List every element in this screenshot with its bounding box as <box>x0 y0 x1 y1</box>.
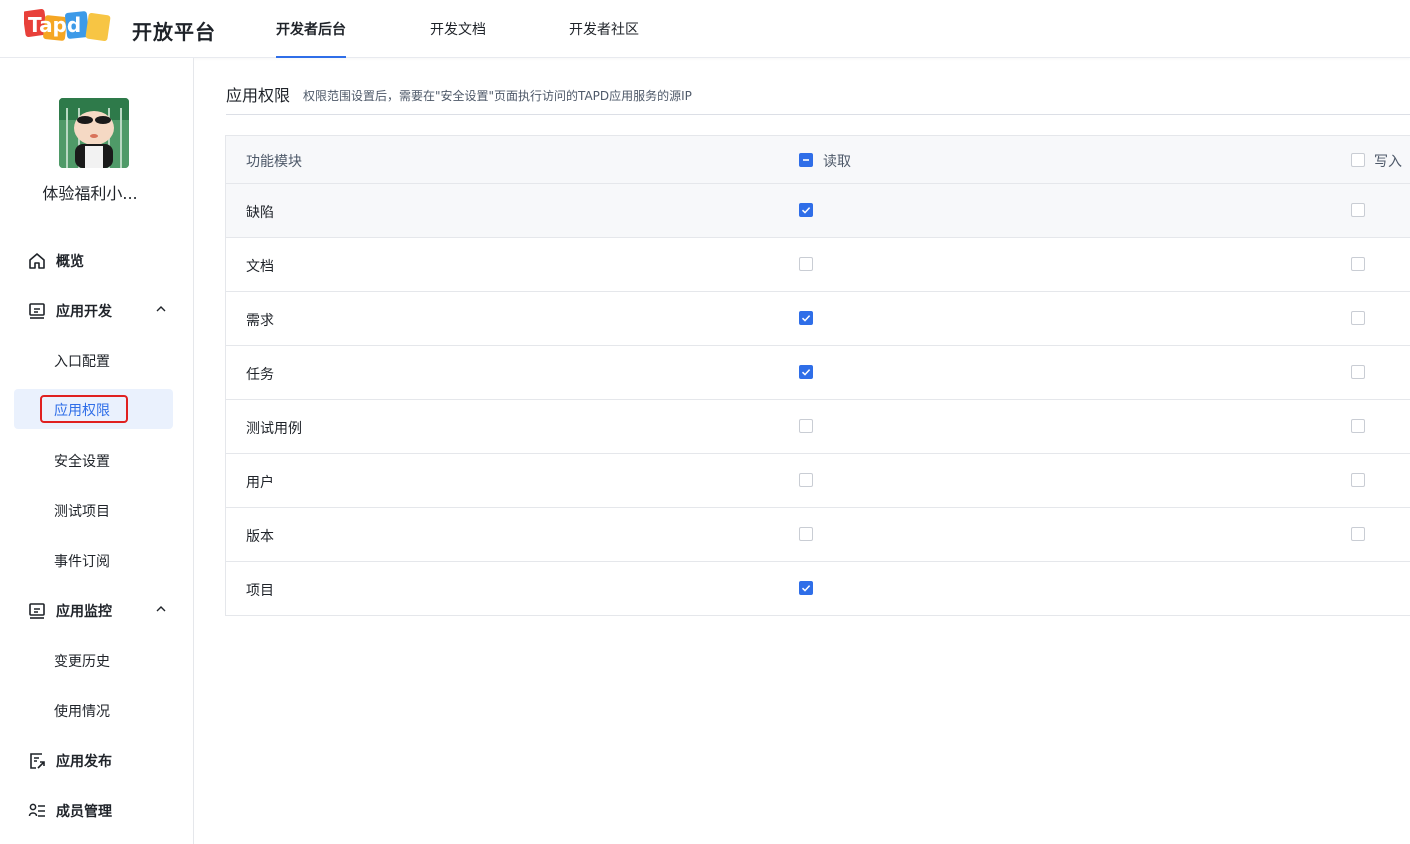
table-header-row: 功能模块 读取 写入 <box>226 136 1410 184</box>
sidebar-item-usage[interactable]: 使用情况 <box>14 690 173 730</box>
home-icon <box>29 253 45 269</box>
write-checkbox[interactable] <box>1351 473 1365 487</box>
tab-developer-community[interactable]: 开发者社区 <box>569 19 639 39</box>
tab-label: 开发者社区 <box>569 22 639 38</box>
sidebar-item-member-management[interactable]: 成员管理 <box>14 790 173 830</box>
divider <box>226 114 1410 115</box>
write-checkbox[interactable] <box>1351 257 1365 271</box>
publish-icon <box>30 753 45 769</box>
sidebar-item-event-subscription[interactable]: 事件订阅 <box>14 540 173 580</box>
table-row: 项目 <box>226 562 1410 616</box>
sidebar-item-label: 使用情况 <box>54 704 110 720</box>
logo-text: Tapd <box>28 13 81 37</box>
select-all-write-checkbox[interactable] <box>1351 153 1365 167</box>
sidebar-item-entry-config[interactable]: 入口配置 <box>14 340 173 380</box>
read-checkbox[interactable] <box>799 581 813 595</box>
tab-label: 开发文档 <box>430 22 486 38</box>
sidebar-item-label: 事件订阅 <box>54 554 110 570</box>
top-header: Tapd 开放平台 开发者后台 开发文档 开发者社区 <box>0 0 1410 58</box>
table-row: 测试用例 <box>226 400 1410 454</box>
write-checkbox[interactable] <box>1351 419 1365 433</box>
sidebar-item-label: 入口配置 <box>54 354 110 370</box>
tapd-logo[interactable]: Tapd <box>22 8 112 46</box>
sidebar-item-app-monitoring[interactable]: 应用监控 <box>14 590 173 630</box>
table-row: 文档 <box>226 238 1410 292</box>
read-checkbox[interactable] <box>799 365 813 379</box>
sidebar-item-app-publish[interactable]: 应用发布 <box>14 740 173 780</box>
table-row: 任务 <box>226 346 1410 400</box>
sidebar-item-change-history[interactable]: 变更历史 <box>14 640 173 680</box>
table-row: 用户 <box>226 454 1410 508</box>
sidebar-item-label: 应用开发 <box>56 304 112 320</box>
sidebar-item-label: 应用发布 <box>56 754 112 770</box>
monitor-icon <box>29 303 45 319</box>
app-avatar <box>59 98 129 168</box>
tab-developer-docs[interactable]: 开发文档 <box>430 19 486 39</box>
chevron-up-icon[interactable] <box>155 603 167 615</box>
highlight-box <box>40 395 128 423</box>
module-name: 项目 <box>246 583 274 599</box>
members-icon <box>28 803 45 817</box>
sidebar-item-label: 概览 <box>56 254 84 270</box>
platform-title: 开放平台 <box>132 20 216 44</box>
read-checkbox[interactable] <box>799 473 813 487</box>
module-name: 版本 <box>246 529 274 545</box>
tab-developer-console[interactable]: 开发者后台 <box>276 19 346 58</box>
sidebar-item-app-development[interactable]: 应用开发 <box>14 290 173 330</box>
sidebar-item-app-permissions[interactable]: 应用权限 <box>14 389 173 429</box>
tab-label: 开发者后台 <box>276 22 346 38</box>
read-checkbox[interactable] <box>799 311 813 325</box>
module-name: 任务 <box>246 367 274 383</box>
sidebar-item-label: 成员管理 <box>56 804 112 820</box>
module-name: 文档 <box>246 259 274 275</box>
sidebar-item-overview[interactable]: 概览 <box>14 240 173 280</box>
write-checkbox[interactable] <box>1351 365 1365 379</box>
header-module: 功能模块 <box>246 154 302 170</box>
table-row: 缺陷 <box>226 184 1410 238</box>
active-tab-indicator <box>276 56 346 58</box>
sidebar-item-label: 应用监控 <box>56 604 112 620</box>
write-checkbox[interactable] <box>1351 203 1365 217</box>
sidebar-item-label: 变更历史 <box>54 654 110 670</box>
chevron-up-icon[interactable] <box>155 303 167 315</box>
read-checkbox[interactable] <box>799 527 813 541</box>
sidebar: 体验福利小... 概览 应用开发 入口配置 应用权限 安全设置 测试项目 事件订… <box>0 58 194 844</box>
read-checkbox[interactable] <box>799 257 813 271</box>
module-name: 缺陷 <box>246 205 274 221</box>
header-write: 写入 <box>1374 154 1402 170</box>
table-row: 版本 <box>226 508 1410 562</box>
table-row: 需求 <box>226 292 1410 346</box>
sidebar-item-test-projects[interactable]: 测试项目 <box>14 490 173 530</box>
permissions-table: 功能模块 读取 写入 缺陷文档需求任务测试用例用户版本项目 <box>225 135 1410 616</box>
write-checkbox[interactable] <box>1351 527 1365 541</box>
select-all-read-checkbox[interactable] <box>799 153 813 167</box>
read-checkbox[interactable] <box>799 203 813 217</box>
monitor-icon <box>29 603 45 619</box>
module-name: 测试用例 <box>246 421 302 437</box>
header-read: 读取 <box>823 154 851 170</box>
page-title: 应用权限 <box>226 86 291 105</box>
sidebar-item-label: 测试项目 <box>54 504 110 520</box>
write-checkbox[interactable] <box>1351 311 1365 325</box>
sidebar-item-label: 安全设置 <box>54 454 110 470</box>
module-name: 需求 <box>246 313 274 329</box>
page-hint: 权限范围设置后，需要在"安全设置"页面执行访问的TAPD应用服务的源IP <box>303 89 692 103</box>
sidebar-item-security-settings[interactable]: 安全设置 <box>14 440 173 480</box>
app-name: 体验福利小... <box>42 184 138 203</box>
read-checkbox[interactable] <box>799 419 813 433</box>
module-name: 用户 <box>246 475 274 491</box>
